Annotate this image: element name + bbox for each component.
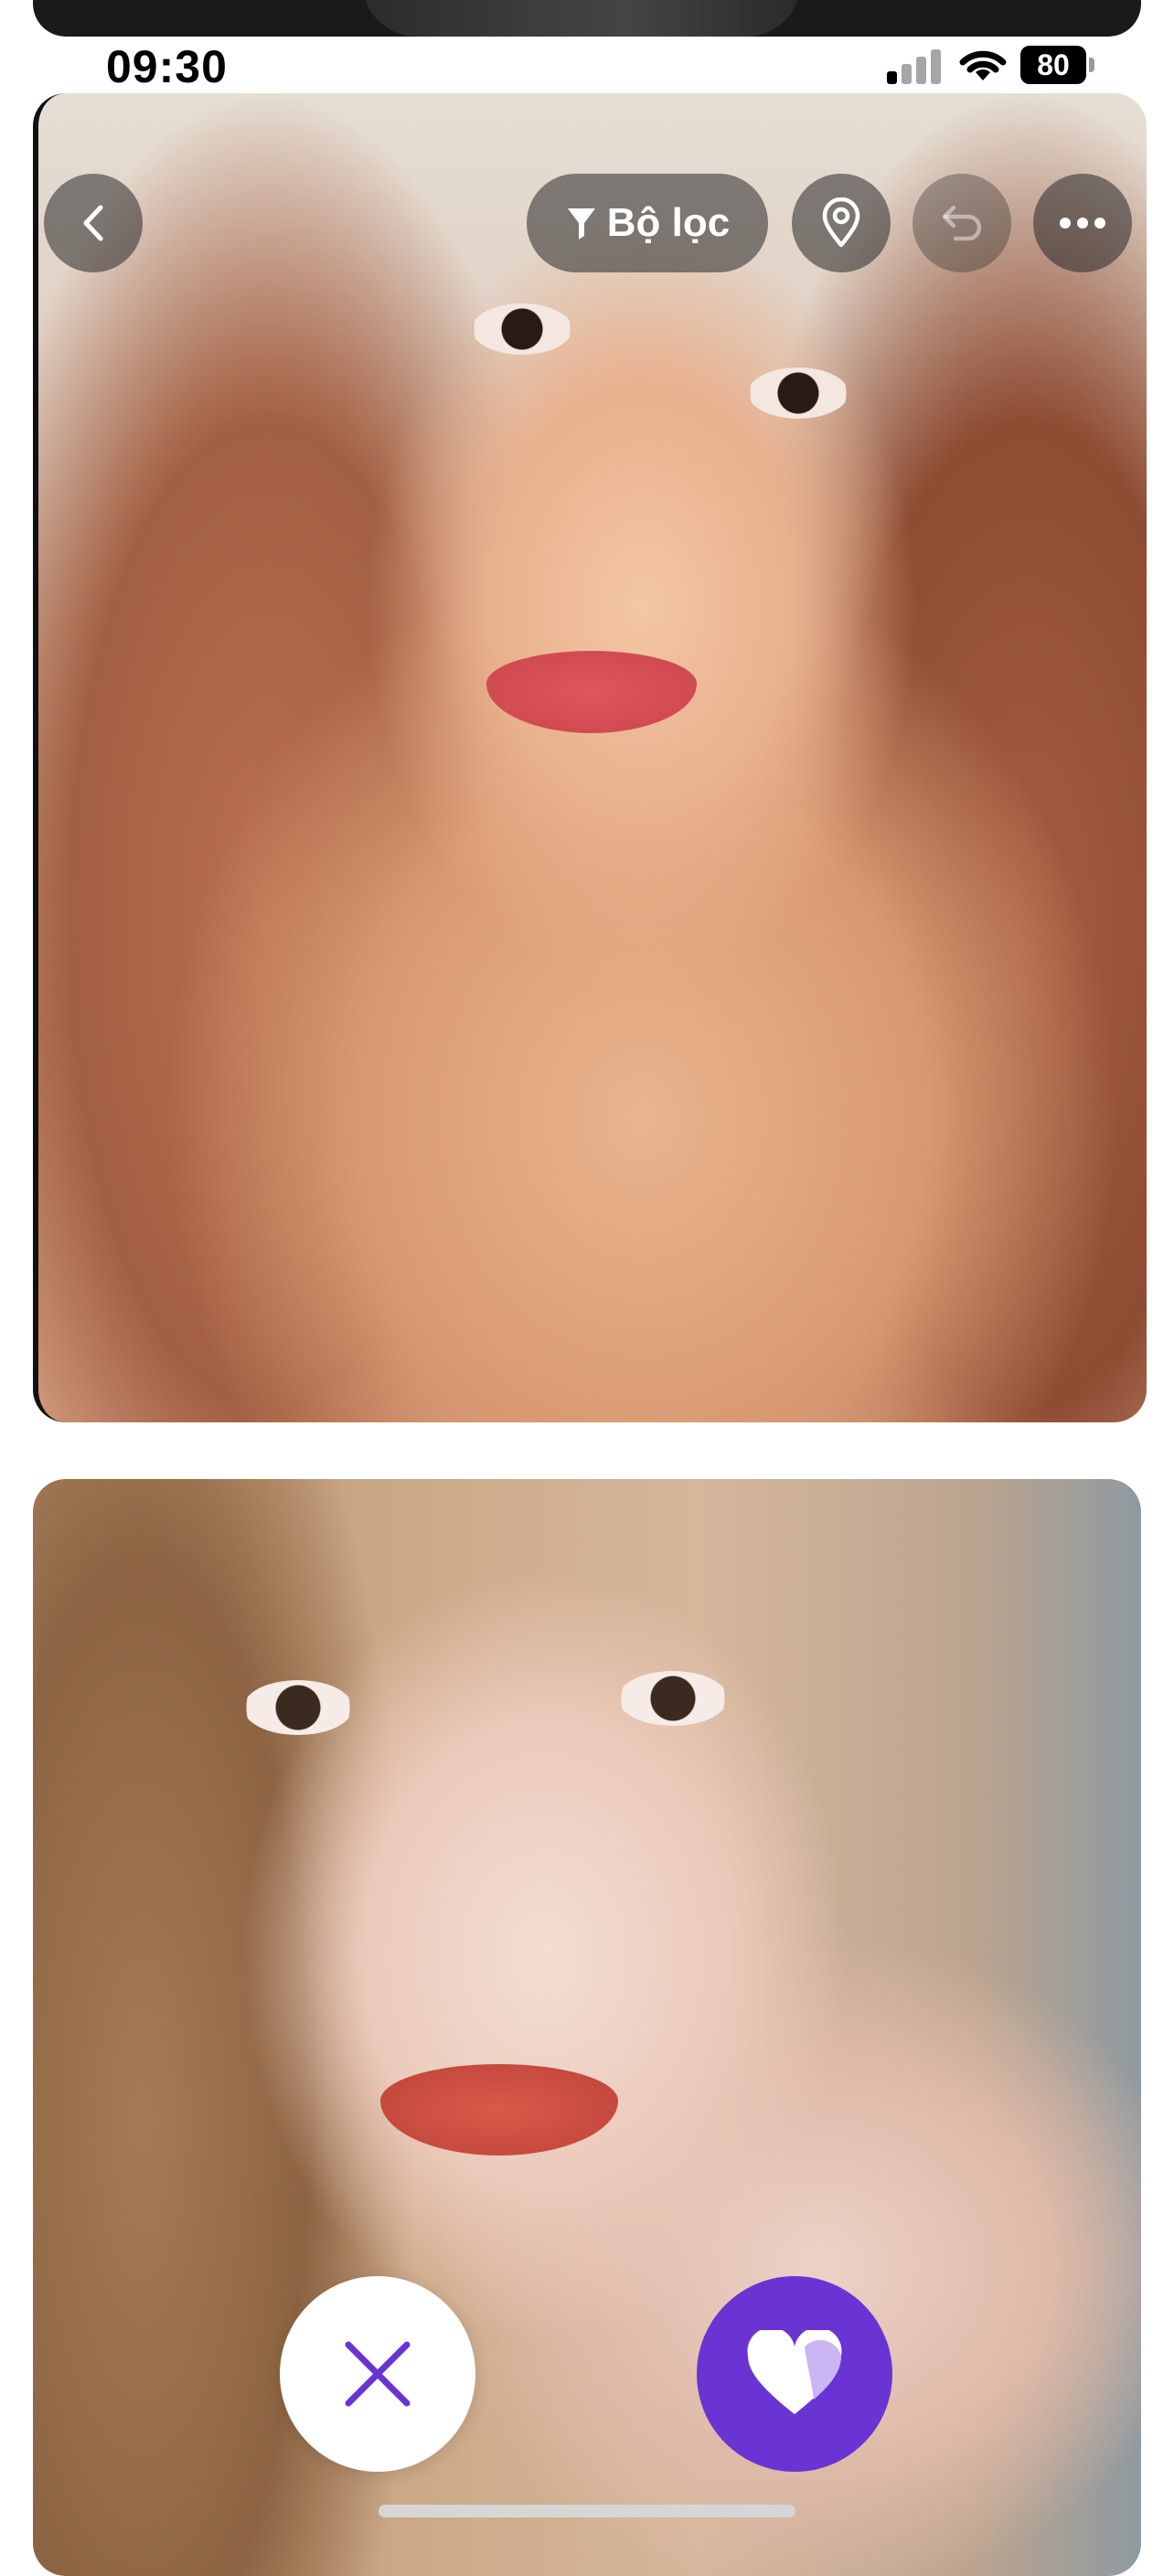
photo-eye-right xyxy=(748,367,848,419)
photo-eye-right xyxy=(618,1671,728,1726)
battery-icon: 80 xyxy=(1020,46,1097,84)
filter-label: Bộ lọc xyxy=(606,200,731,245)
undo-button[interactable] xyxy=(913,174,1011,272)
more-options-button[interactable] xyxy=(1033,174,1132,272)
status-time: 09:30 xyxy=(106,41,228,92)
home-indicator xyxy=(379,2505,795,2517)
heart-icon xyxy=(747,2330,842,2414)
more-horizontal-icon xyxy=(1060,218,1105,229)
wifi-icon xyxy=(959,50,1007,80)
signal-icon xyxy=(887,48,942,84)
undo-icon xyxy=(942,205,982,241)
dislike-button[interactable] xyxy=(280,2276,475,2472)
photo-eye-left xyxy=(472,303,572,355)
previous-card-edge xyxy=(33,0,1141,37)
close-icon xyxy=(345,2341,411,2407)
battery-level: 80 xyxy=(1020,46,1086,84)
profile-photo-main[interactable] xyxy=(33,93,1147,1422)
back-button[interactable] xyxy=(44,174,143,272)
location-button[interactable] xyxy=(792,174,891,272)
location-pin-icon xyxy=(822,197,860,248)
chevron-left-icon xyxy=(83,205,103,241)
photo-eye-left xyxy=(243,1680,353,1735)
filter-icon xyxy=(567,208,595,240)
photo-lips xyxy=(380,2064,618,2156)
filter-button[interactable]: Bộ lọc xyxy=(527,174,768,272)
status-bar: 09:30 80 xyxy=(0,37,1174,95)
photo-lips xyxy=(486,651,697,733)
like-button[interactable] xyxy=(697,2276,892,2472)
profile-photo-secondary[interactable] xyxy=(33,1479,1141,2576)
